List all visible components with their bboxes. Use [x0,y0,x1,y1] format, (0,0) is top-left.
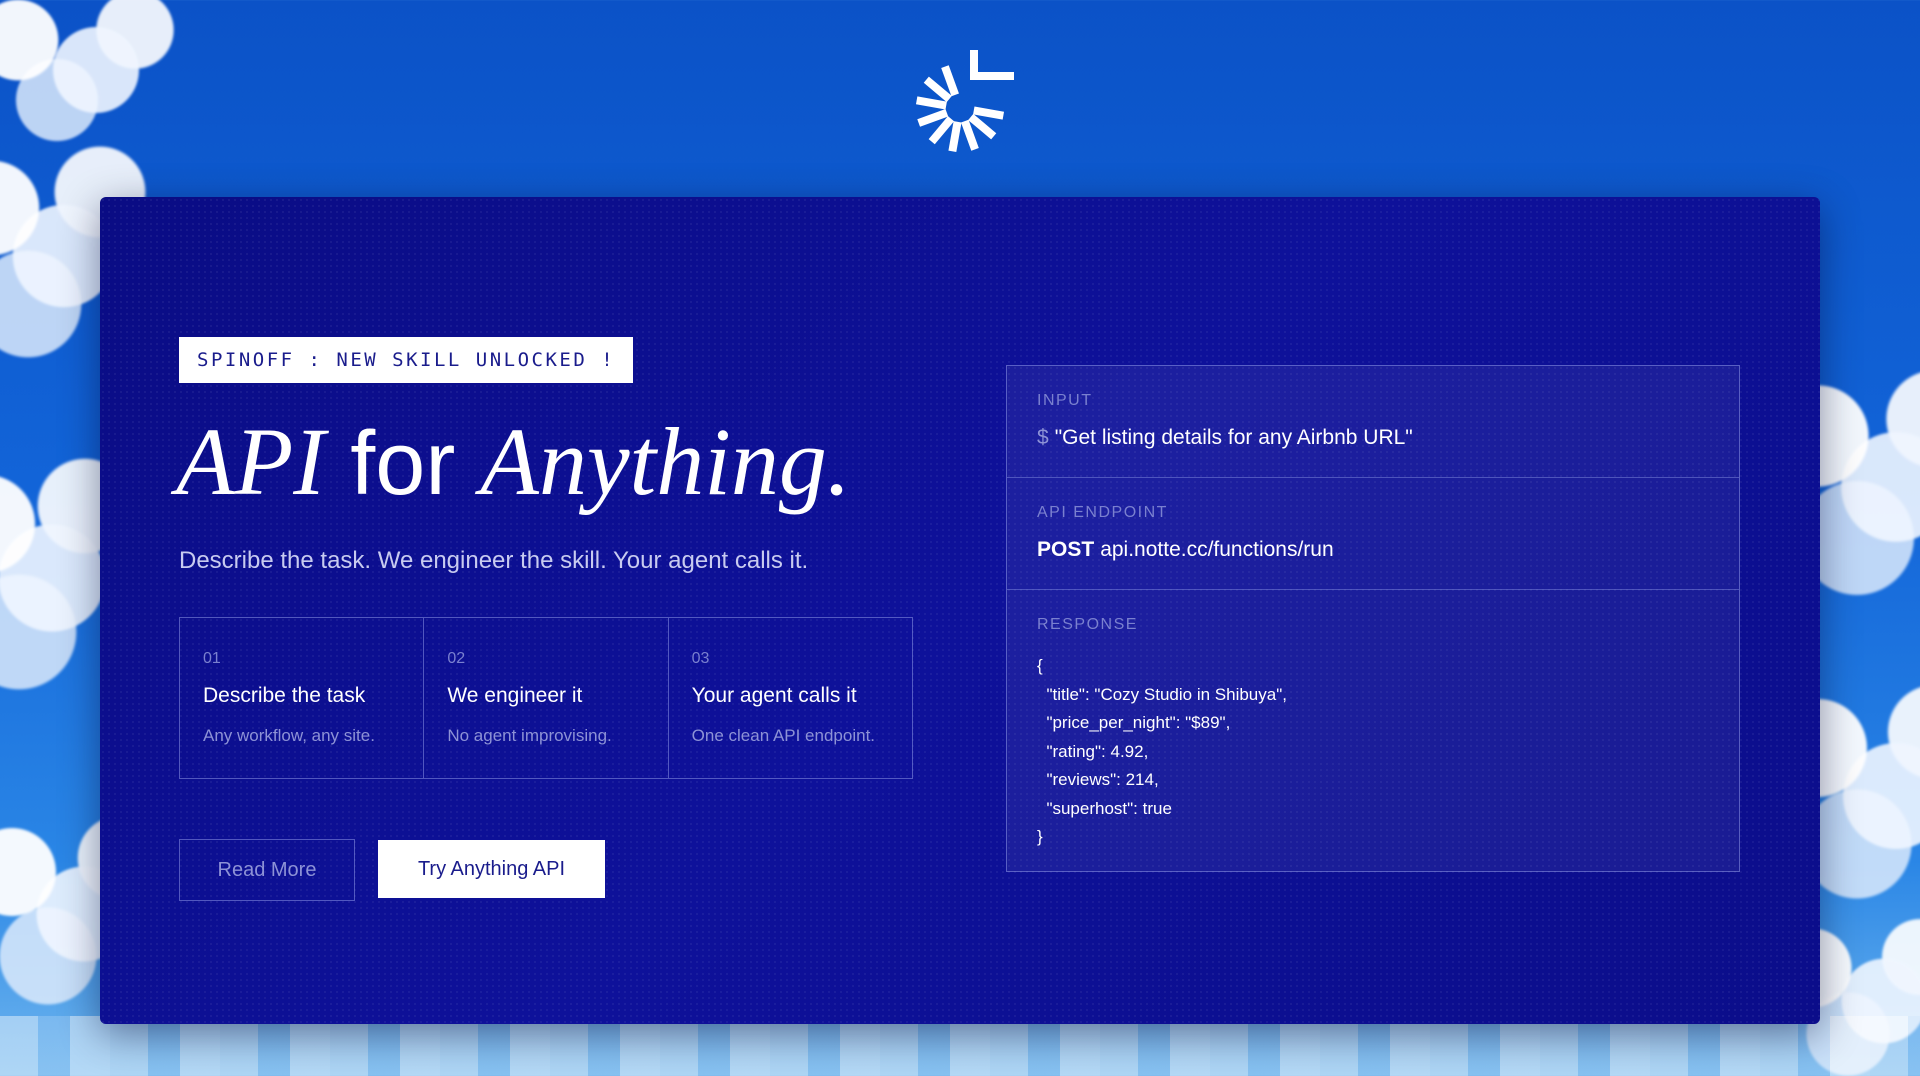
burst-logo-icon[interactable] [904,46,1016,154]
announcement-badge: SPINOFF : NEW SKILL UNLOCKED ! [179,337,634,383]
endpoint-url: api.notte.cc/functions/run [1100,538,1334,561]
step-item: 02 We engineer it No agent improvising. [424,618,669,778]
step-number: 03 [691,650,710,667]
title-for: for [325,414,481,514]
response-label: RESPONSE [1037,616,1138,633]
page-title: API for Anything. [176,407,851,519]
response-body: { "title": "Cozy Studio in Shibuya", "pr… [1037,656,1287,846]
step-description: No agent improvising. [447,726,612,745]
step-title: Your agent calls it [691,684,857,707]
read-more-button[interactable]: Read More [179,839,355,901]
hero-card: SPINOFF : NEW SKILL UNLOCKED ! API for A… [100,197,1820,1024]
input-value: $ "Get listing details for any Airbnb URL… [1037,426,1413,450]
step-title: We engineer it [447,684,583,707]
endpoint-section: API ENDPOINT POST api.notte.cc/functions/… [1007,478,1739,590]
endpoint-value: POST api.notte.cc/functions/run [1037,538,1334,562]
input-section: INPUT $ "Get listing details for any Airb… [1007,366,1739,478]
step-description: One clean API endpoint. [691,726,876,745]
http-method: POST [1037,538,1095,561]
step-title: Describe the task [203,684,366,707]
input-text: "Get listing details for any Airbnb URL" [1054,426,1413,449]
api-example-panel: INPUT $ "Get listing details for any Airb… [1006,365,1740,872]
response-section: RESPONSE { "title": "Cozy Studio in Shib… [1007,590,1739,871]
page-subtitle: Describe the task. We engineer the skill… [179,547,809,574]
title-api: API [176,408,326,515]
step-description: Any workflow, any site. [203,726,375,745]
cloud-strip-decoration [0,1016,1920,1076]
prompt-sign: $ [1037,426,1049,449]
step-item: 03 Your agent calls it One clean API end… [669,618,912,778]
step-number: 02 [447,650,466,667]
step-item: 01 Describe the task Any workflow, any s… [180,618,425,778]
try-anything-api-button[interactable]: Try Anything API [378,840,605,898]
steps-grid: 01 Describe the task Any workflow, any s… [179,617,913,779]
title-anything: Anything. [480,408,851,515]
input-label: INPUT [1037,392,1093,409]
step-number: 01 [203,650,221,667]
endpoint-label: API ENDPOINT [1037,504,1168,521]
